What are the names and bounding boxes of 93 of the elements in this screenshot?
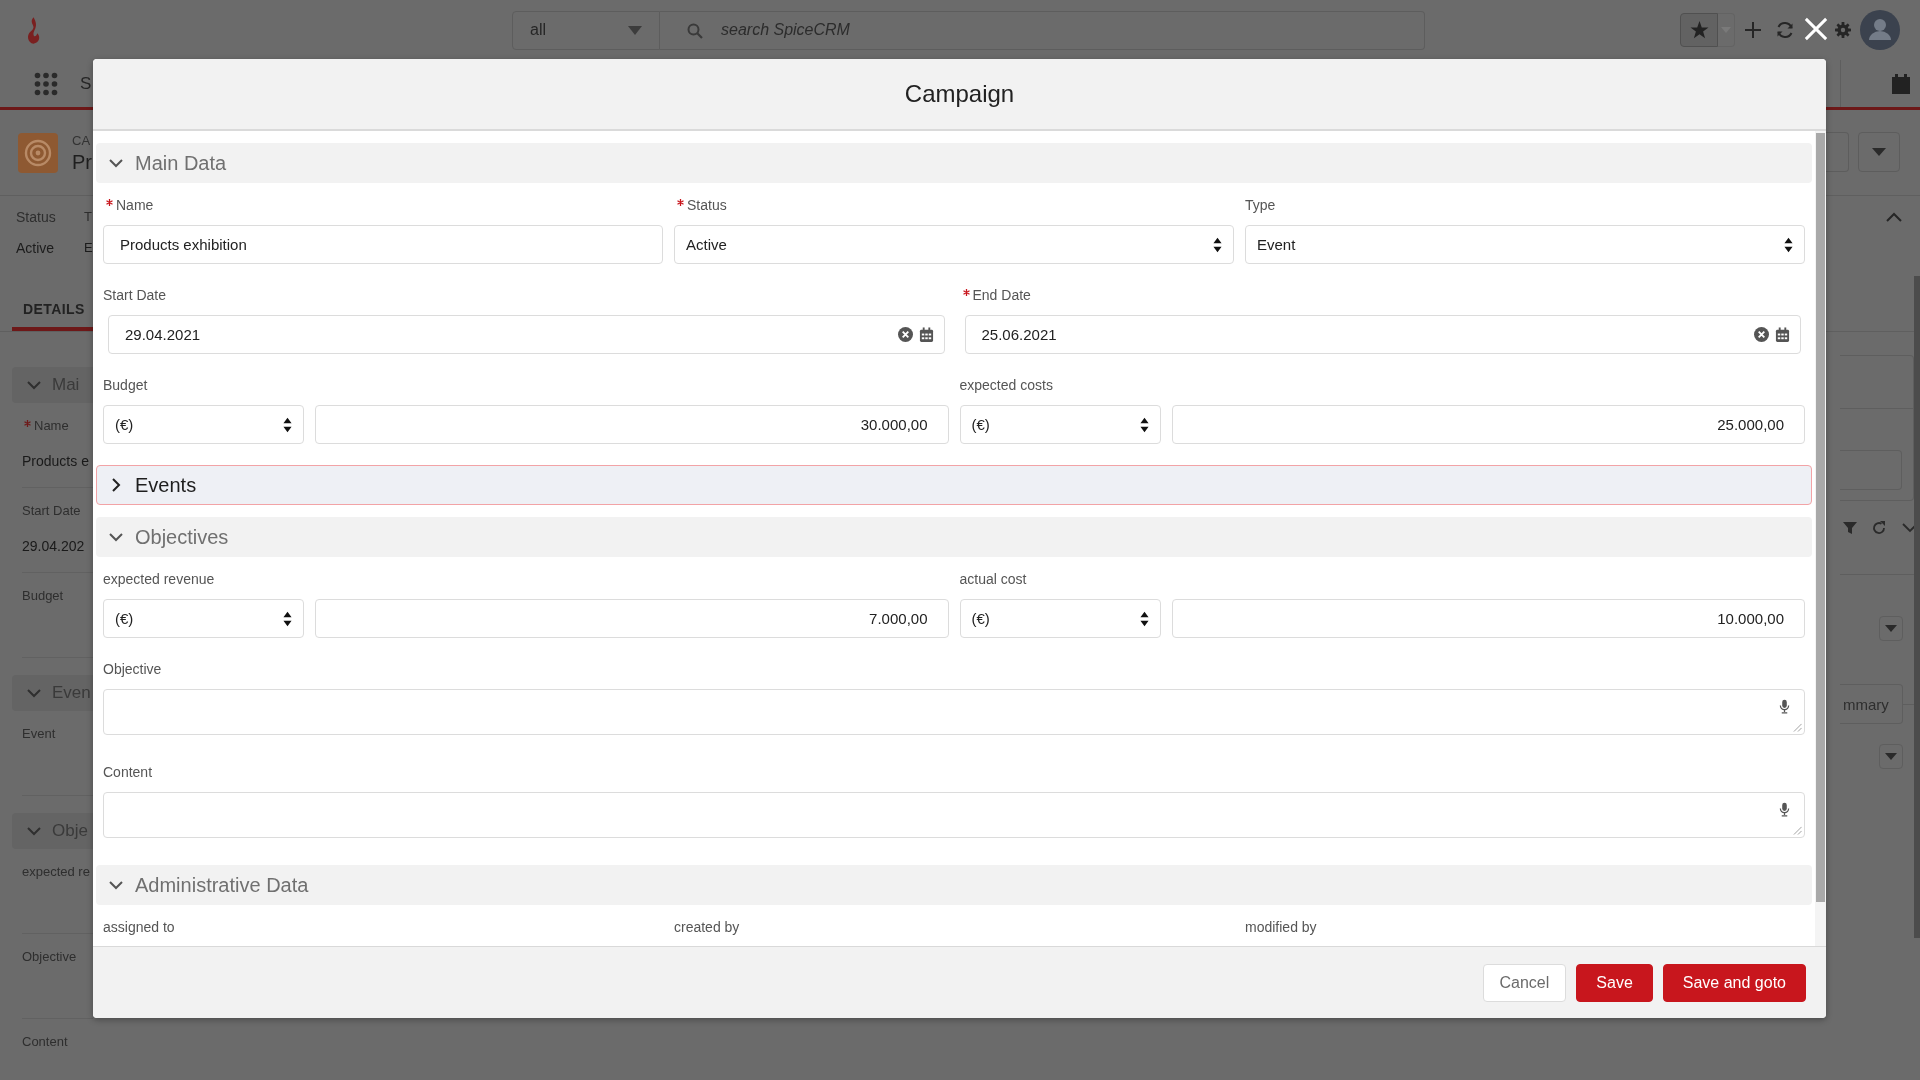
filter-icon[interactable] [1843,521,1857,535]
dropdown-button[interactable] [1879,744,1903,769]
field-label: Objective [103,661,162,677]
section-header[interactable]: Objectives [96,517,1812,557]
caret-down-icon [628,25,642,35]
caret-down-icon [1885,625,1897,632]
textarea-field[interactable] [103,792,1805,838]
microphone-icon[interactable] [1779,802,1790,817]
close-icon[interactable] [1804,17,1828,41]
section-header[interactable]: Administrative Data [96,865,1812,905]
caret-down-icon [1872,148,1886,156]
select-arrows-icon [283,415,292,434]
field-label: Content [22,1033,68,1049]
dropdown-button[interactable] [1879,616,1903,641]
star-icon [1689,21,1709,39]
amount-field[interactable]: 7.000,00 [315,599,949,638]
cancel-button[interactable]: Cancel [1482,963,1567,1002]
app-title: S [80,73,92,94]
field-label: created by [674,919,740,935]
calendar-icon[interactable] [1775,327,1790,342]
save-and-goto-button[interactable]: Save and goto [1662,963,1806,1002]
calendar-icon[interactable] [1892,73,1910,94]
chevron-up-icon[interactable] [1886,212,1902,222]
clear-icon[interactable] [1754,327,1769,342]
field-label: Name [34,417,69,433]
amount-field[interactable]: 25.000,00 [1171,405,1805,444]
field-label: Budget [22,587,64,603]
field-label: modified by [1245,919,1317,935]
resize-handle-icon[interactable] [1793,826,1802,835]
field-label: expected costs [959,377,1053,393]
clear-icon[interactable] [897,327,913,342]
record-title: Pr [72,150,92,175]
flame-logo-icon[interactable] [25,15,42,45]
settings-icon[interactable] [1835,22,1851,38]
date-field[interactable]: 25.06.2021 [964,315,1801,354]
refresh-icon[interactable] [1871,520,1887,536]
dialog-title: Campaign [904,80,1015,108]
field-label: Status [16,208,57,227]
select-arrows-icon [1784,235,1793,254]
search-field[interactable]: search SpiceCRM [660,10,1425,50]
refresh-icon[interactable] [1775,20,1795,40]
field-value: Products e [22,453,89,469]
app-launcher-icon[interactable] [34,71,58,96]
calendar-icon[interactable] [918,327,934,342]
field-label: Start Date [103,287,167,303]
select-arrows-icon [1139,609,1149,628]
section-header[interactable]: Events [96,465,1812,505]
select-arrows-icon [283,609,292,628]
target-icon [18,133,58,173]
field-label: assigned to [103,919,175,935]
field-label: T [84,208,93,226]
currency-select[interactable]: (€) [103,405,304,444]
select-field[interactable]: Active [674,225,1234,264]
module-label: CA [72,133,92,149]
field-label: Name [116,197,154,213]
microphone-icon[interactable] [1779,699,1790,714]
field-label: Event [22,725,56,741]
resize-handle-icon[interactable] [1793,723,1802,732]
select-arrows-icon [1213,235,1222,254]
text-field[interactable]: Products exhibition [103,225,663,264]
field-label: Objective [22,948,77,964]
field-label: Content [103,764,153,780]
select-field[interactable]: Event [1245,225,1805,264]
search-icon [687,22,703,39]
scrollbar[interactable] [1815,131,1826,946]
scrollbar-thumb[interactable] [1816,133,1825,902]
save-button[interactable]: Save [1576,963,1653,1002]
amount-field[interactable]: 10.000,00 [1171,599,1805,638]
favorite-button[interactable] [1680,13,1718,47]
select-arrows-icon [1139,415,1149,434]
scrollbar[interactable] [1914,276,1920,938]
currency-select[interactable]: (€) [959,405,1161,444]
textarea-field[interactable] [103,689,1805,735]
currency-select[interactable]: (€) [103,599,304,638]
section-header[interactable]: Main Data [96,143,1812,183]
field-label: Start Date [22,502,81,518]
field-label: Type [1245,197,1276,213]
amount-field[interactable]: 30.000,00 [315,405,949,444]
date-field[interactable]: 29.04.2021 [108,315,945,354]
field-label: expected revenue [103,571,215,587]
field-value: E [84,239,93,257]
field-value: Active [16,239,56,258]
dropdown-button[interactable] [1858,132,1900,172]
user-avatar-icon[interactable] [1860,10,1900,50]
field-label: Status [687,197,727,213]
field-label: End Date [972,287,1031,303]
field-label: actual cost [959,571,1027,587]
currency-select[interactable]: (€) [959,599,1161,638]
field-label: expected re [22,863,90,879]
field-label: Budget [103,377,148,393]
plus-icon[interactable] [1744,21,1762,39]
caret-down-icon [1885,753,1897,760]
field-value: 29.04.202 [22,538,85,554]
